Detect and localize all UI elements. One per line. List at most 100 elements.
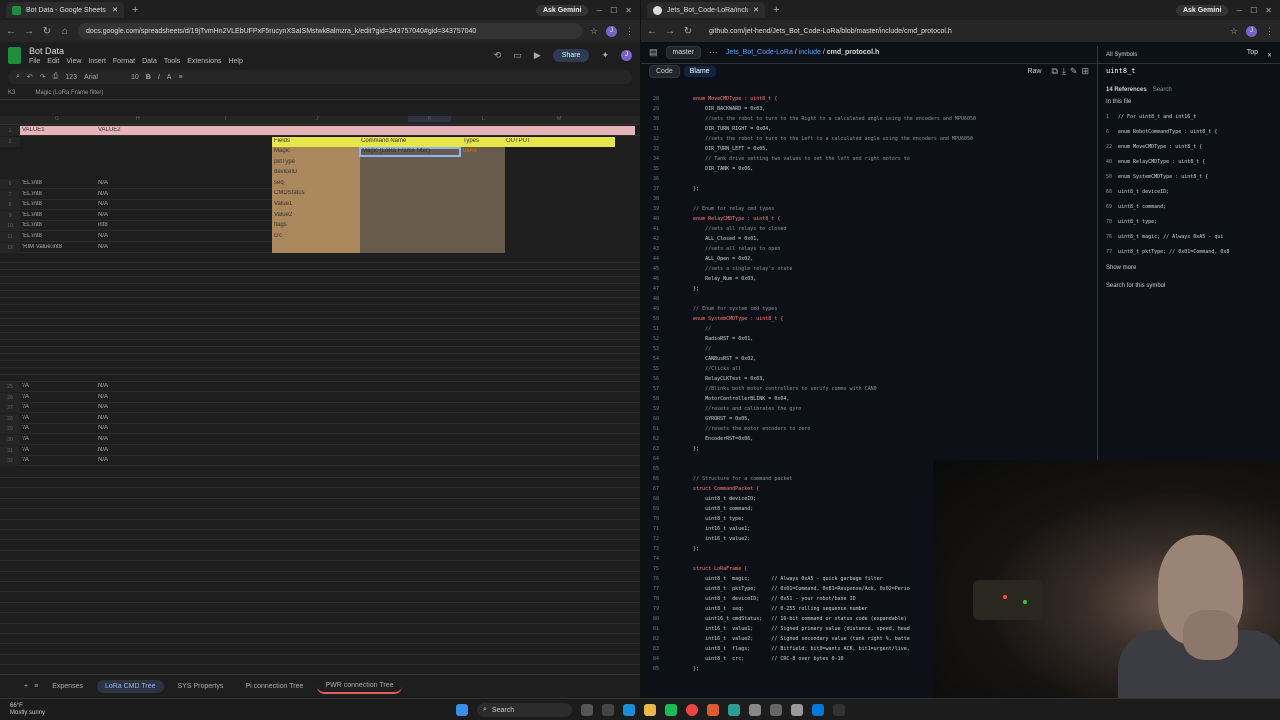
table-row[interactable]: 27 '/A N/A	[0, 403, 640, 414]
menu-help[interactable]: Help	[228, 58, 242, 65]
line-number[interactable]: 38	[641, 196, 681, 202]
bold-icon[interactable]: B	[146, 74, 151, 81]
line-number[interactable]: 62	[641, 436, 681, 442]
font-size[interactable]: 10	[131, 74, 139, 81]
types-header[interactable]: Types	[463, 138, 479, 144]
empty-row[interactable]	[0, 593, 640, 603]
symbol-reference[interactable]: 1 // For uint8_t and int16_t	[1106, 109, 1272, 124]
empty-row[interactable]	[0, 298, 640, 305]
line-number[interactable]: 35	[641, 166, 681, 172]
sheet-grid[interactable]: G H I J K L M 1 VALUE1 VALUE2 2 Fields C…	[0, 116, 640, 674]
table-row[interactable]: 26 '/A N/A	[0, 392, 640, 403]
line-number[interactable]: 69	[641, 506, 681, 512]
line-number[interactable]: 58	[641, 396, 681, 402]
zoom-value[interactable]: 123	[65, 74, 77, 81]
line-number[interactable]: 45	[641, 266, 681, 272]
settings-icon[interactable]	[791, 704, 803, 716]
empty-row[interactable]	[0, 666, 640, 674]
reload-icon[interactable]: ↻	[683, 26, 693, 37]
star-icon[interactable]: ☆	[1230, 26, 1238, 37]
menu-icon[interactable]: ⋮	[1265, 26, 1274, 37]
value2-cell[interactable]: N/A	[98, 191, 108, 197]
chrome-icon[interactable]	[686, 704, 698, 716]
empty-row[interactable]	[0, 655, 640, 666]
table-row[interactable]: 6 'EL:int8 N/A	[0, 179, 272, 189]
download-icon[interactable]: ⤓	[1062, 66, 1066, 77]
field-cell[interactable]: Magic	[274, 148, 290, 154]
line-number[interactable]: 71	[641, 526, 681, 532]
value2-cell[interactable]: N/A	[98, 447, 108, 453]
vscode-icon[interactable]	[812, 704, 824, 716]
col-i[interactable]: I	[225, 116, 226, 122]
line-number[interactable]: 51	[641, 326, 681, 332]
breadcrumb-dir[interactable]: include	[799, 49, 821, 56]
star-icon[interactable]: ☆	[590, 26, 598, 37]
empty-row[interactable]	[0, 305, 640, 312]
menu-edit[interactable]: Edit	[47, 58, 59, 65]
line-number[interactable]: 42	[641, 236, 681, 242]
line-number[interactable]: 28	[641, 96, 681, 102]
symbol-reference[interactable]: 22 enum MoveCMDType : uint8_t {	[1106, 139, 1272, 154]
row-number[interactable]: 8	[0, 200, 20, 211]
meet-icon[interactable]: ▶	[534, 50, 541, 61]
all-symbols-link[interactable]: All Symbols	[1106, 52, 1137, 59]
value1-cell[interactable]: 'EL:int8	[22, 180, 42, 186]
row-number[interactable]: 30	[0, 435, 20, 445]
line-number[interactable]: 47	[641, 286, 681, 292]
value2-cell[interactable]: N/A	[98, 244, 108, 250]
search-icon[interactable]: ⌕	[16, 73, 20, 81]
text-color-icon[interactable]: A	[167, 74, 172, 81]
empty-row[interactable]	[0, 284, 640, 291]
comment-icon[interactable]: ▭	[513, 50, 522, 61]
url-field[interactable]: docs.google.com/spreadsheets/d/19jTvmHn2…	[78, 23, 582, 39]
references-search[interactable]: Search	[1153, 87, 1172, 93]
formula-input[interactable]: Magic (LoRa Frame filter)	[35, 90, 103, 96]
line-number[interactable]: 36	[641, 176, 681, 182]
col-h[interactable]: H	[136, 116, 140, 122]
field-cell[interactable]: flags	[274, 222, 287, 228]
line-number[interactable]: 64	[641, 456, 681, 462]
empty-row[interactable]	[0, 291, 640, 298]
line-number[interactable]: 85	[641, 666, 681, 672]
line-number[interactable]: 68	[641, 496, 681, 502]
value1-cell[interactable]: 'EL:int8	[22, 201, 42, 207]
menu-extensions[interactable]: Extensions	[187, 58, 221, 65]
menu-icon[interactable]: ⋮	[625, 26, 634, 37]
reload-icon[interactable]: ↻	[42, 26, 52, 37]
field-cell[interactable]: CMDStatus	[274, 190, 305, 196]
line-number[interactable]: 73	[641, 546, 681, 552]
empty-row[interactable]	[0, 312, 640, 319]
menu-file[interactable]: File	[29, 58, 40, 65]
sheet-tab-expenses[interactable]: Expenses	[44, 680, 91, 693]
sheet-tab-pwr-connection-tree[interactable]: PWR connection Tree	[317, 679, 402, 694]
close-icon[interactable]: ✕	[1267, 52, 1272, 59]
value2-header[interactable]: VALUE2	[98, 127, 121, 133]
row-number[interactable]: 12	[0, 242, 20, 253]
line-number[interactable]: 43	[641, 246, 681, 252]
row-number[interactable]: 26	[0, 392, 20, 403]
fields-header-row[interactable]: 2 Fields Command Name Types OUTPUT	[0, 137, 640, 147]
app3-icon[interactable]	[749, 704, 761, 716]
forward-icon[interactable]: →	[665, 26, 675, 37]
avatar[interactable]: J	[606, 25, 617, 37]
ask-gemini-button[interactable]: Ask Gemini	[535, 4, 589, 16]
field-cell[interactable]: deviceID	[274, 169, 297, 175]
branch-select[interactable]: master	[665, 46, 701, 59]
maximize-icon[interactable]: ☐	[610, 6, 617, 15]
row-number[interactable]: 27	[0, 403, 20, 414]
table-row[interactable]: 32 '/A N/A	[0, 456, 640, 467]
symbol-reference[interactable]: 68 uint8_t deviceID;	[1106, 184, 1272, 199]
value1-cell[interactable]: '/A	[22, 447, 29, 453]
value1-cell[interactable]: 'EL:int8	[22, 212, 42, 218]
value2-cell[interactable]: N/A	[98, 415, 108, 421]
code-tab[interactable]: Code	[649, 64, 680, 78]
table-row[interactable]: 9 'EL:int8 N/A	[0, 210, 272, 221]
col-j[interactable]: J	[316, 116, 319, 122]
symbol-reference[interactable]: 69 uint8_t command;	[1106, 199, 1272, 214]
undo-icon[interactable]: ↶	[27, 73, 33, 81]
empty-row[interactable]	[0, 375, 640, 382]
value2-cell[interactable]: N/A	[98, 425, 108, 431]
terminal-icon[interactable]	[833, 704, 845, 716]
value2-cell[interactable]: N/A	[98, 457, 108, 463]
sheet-tab-sys-propertys[interactable]: SYS Propertys	[170, 680, 232, 693]
